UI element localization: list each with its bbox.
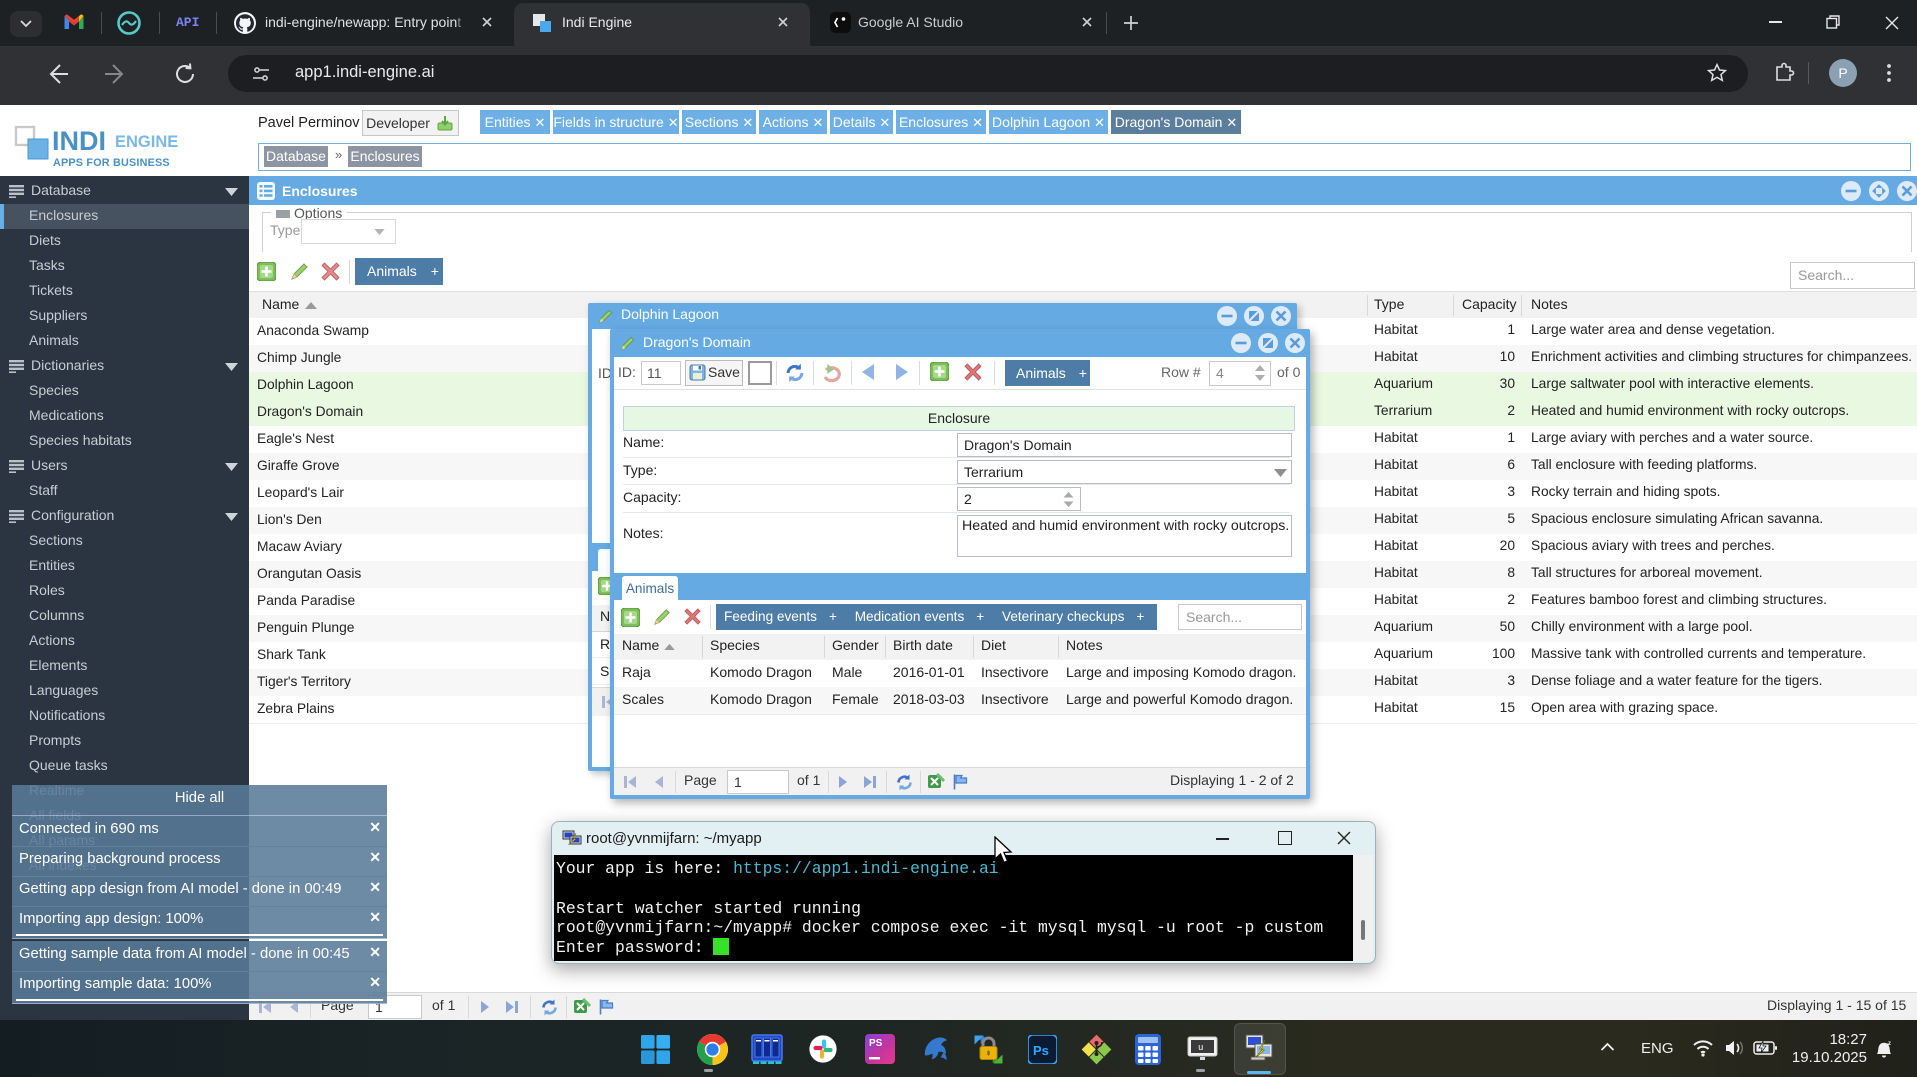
- svg-text:u: u: [1198, 1043, 1203, 1053]
- svg-text:z: z: [1888, 1041, 1891, 1047]
- svg-text:INDI: INDI: [52, 126, 106, 156]
- svg-text:Ps: Ps: [1033, 1043, 1049, 1058]
- svg-text:PS: PS: [869, 1038, 883, 1049]
- svg-text:ENGINE: ENGINE: [115, 133, 178, 151]
- svg-text:APPS FOR BUSINESS: APPS FOR BUSINESS: [53, 157, 170, 169]
